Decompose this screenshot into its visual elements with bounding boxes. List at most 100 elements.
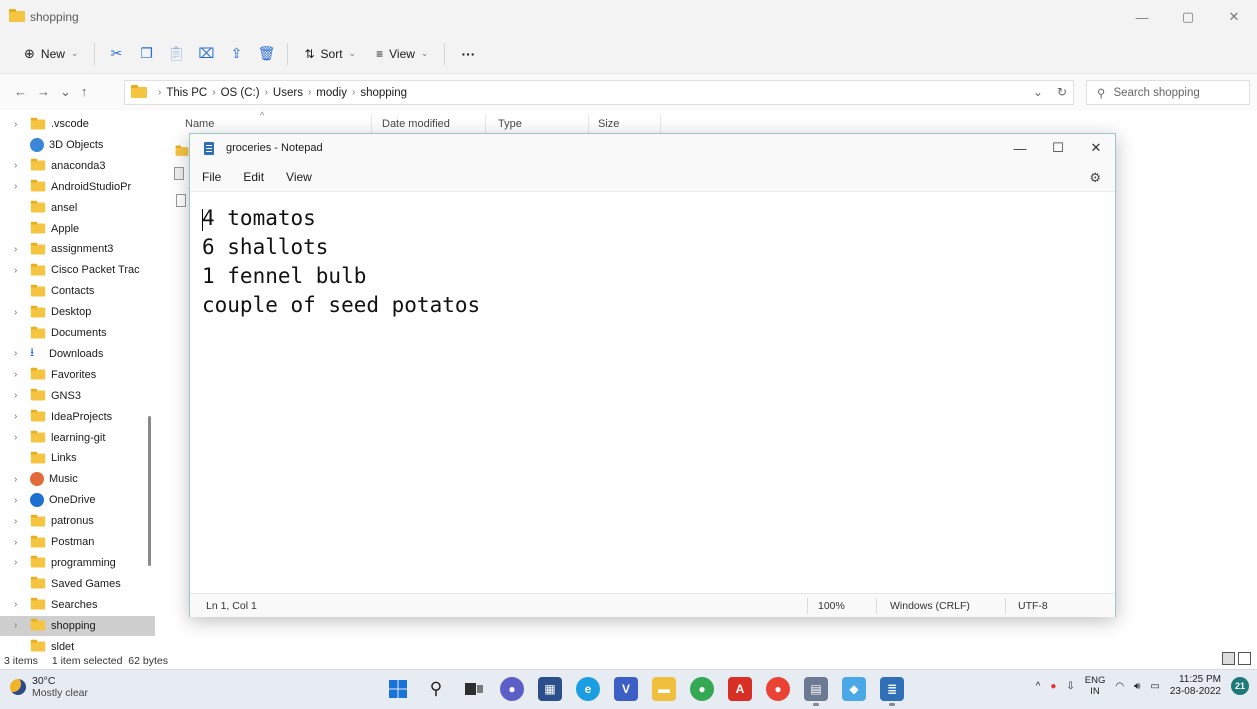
address-history-chevron-icon[interactable]: ⌄ <box>1033 85 1043 99</box>
sidebar-item[interactable]: sldet <box>0 637 155 652</box>
search-box[interactable]: ⚲ Search shopping <box>1086 80 1250 105</box>
sidebar-item[interactable]: › ⭳ Downloads <box>0 344 155 364</box>
sidebar-item[interactable]: 3D Objects <box>0 135 155 155</box>
word-pad-icon[interactable]: ▤ <box>804 677 828 706</box>
chevron-right-icon[interactable]: › <box>14 307 30 318</box>
column-header-type[interactable]: Type <box>498 118 522 130</box>
chevron-up-icon[interactable]: ^ <box>1036 681 1041 692</box>
copy-button[interactable]: ❐ <box>131 40 161 68</box>
breadcrumb-users[interactable]: Users <box>273 87 303 99</box>
share-button[interactable]: ⇪ <box>221 40 251 68</box>
chevron-right-icon[interactable]: › <box>14 432 30 443</box>
tiles-view-button[interactable] <box>1238 652 1251 665</box>
forward-arrow-icon[interactable]: → <box>37 84 50 100</box>
chevron-right-icon[interactable]: › <box>14 181 30 192</box>
refresh-icon[interactable]: ↻ <box>1057 85 1067 99</box>
view-button[interactable]: ≡ View ⌄ <box>366 40 438 68</box>
visual-studio-icon[interactable]: V <box>614 677 638 701</box>
sidebar-item[interactable]: Apple <box>0 219 155 239</box>
menu-edit[interactable]: Edit <box>243 170 264 184</box>
start-button[interactable] <box>386 677 410 701</box>
sidebar-item[interactable]: › Desktop <box>0 302 155 322</box>
delete-button[interactable]: 🗑︎ <box>251 40 281 68</box>
sidebar-item[interactable]: › Searches <box>0 595 155 615</box>
file-icon[interactable] <box>176 194 186 207</box>
chevron-right-icon[interactable]: › <box>14 495 30 506</box>
chevron-right-icon[interactable]: › <box>14 620 30 631</box>
task-view-button[interactable] <box>462 677 486 701</box>
sidebar-item[interactable]: Contacts <box>0 281 155 301</box>
volume-icon[interactable]: 🔊︎ <box>1134 681 1140 692</box>
wifi-icon[interactable]: ◠ <box>1115 681 1124 692</box>
chevron-right-icon[interactable]: › <box>14 516 30 527</box>
chevron-right-icon[interactable]: › <box>14 411 30 422</box>
recent-chevron-icon[interactable]: ⌄ <box>60 84 71 100</box>
menu-file[interactable]: File <box>202 170 221 184</box>
search-input[interactable]: Search shopping <box>1113 87 1199 99</box>
sidebar-item[interactable]: Saved Games <box>0 574 155 594</box>
sidebar-item[interactable]: › learning-git <box>0 428 155 448</box>
clock[interactable]: 11:25 PM 23-08-2022 <box>1170 674 1221 698</box>
folder-icon[interactable] <box>175 145 189 156</box>
settings-gear-icon[interactable]: ⚙ <box>1089 170 1101 186</box>
navigation-scrollbar[interactable] <box>148 416 151 566</box>
store-app-icon[interactable]: ▦ <box>538 677 562 701</box>
file-explorer-taskbar-icon[interactable]: ▬ <box>652 677 676 701</box>
more-options-button[interactable]: ··· <box>451 40 485 68</box>
battery-icon[interactable]: ▭ <box>1150 681 1159 692</box>
notification-badge[interactable]: 21 <box>1231 677 1249 695</box>
column-header-name[interactable]: Name <box>185 118 214 130</box>
sidebar-item[interactable]: › OneDrive <box>0 490 155 510</box>
chevron-right-icon[interactable]: › <box>14 369 30 380</box>
sidebar-item[interactable]: › anaconda3 <box>0 156 155 176</box>
sidebar-item[interactable]: › assignment3 <box>0 239 155 259</box>
sidebar-item[interactable]: › Favorites <box>0 365 155 385</box>
language-indicator[interactable]: ENG IN <box>1085 675 1106 697</box>
chevron-right-icon[interactable]: › <box>14 474 30 485</box>
menu-view[interactable]: View <box>286 170 312 184</box>
cut-button[interactable]: ✂ <box>101 40 131 68</box>
acrobat-icon[interactable]: A <box>728 677 752 701</box>
chevron-right-icon[interactable]: › <box>14 390 30 401</box>
notepad-minimize-button[interactable]: — <box>1001 134 1039 162</box>
paste-button[interactable]: 📋︎ <box>161 40 191 68</box>
chrome-icon[interactable]: ● <box>766 677 790 701</box>
back-arrow-icon[interactable]: ← <box>14 84 27 100</box>
weather-widget[interactable]: 30°C Mostly clear <box>10 675 88 699</box>
sidebar-item[interactable]: › patronus <box>0 511 155 531</box>
sidebar-item[interactable]: ansel <box>0 198 155 218</box>
chevron-right-icon[interactable]: › <box>14 119 30 130</box>
file-icon[interactable] <box>174 167 184 180</box>
sidebar-item[interactable]: › Music <box>0 469 155 489</box>
sidebar-item[interactable]: › IdeaProjects <box>0 407 155 427</box>
chevron-right-icon[interactable]: › <box>14 537 30 548</box>
usb-icon[interactable]: ⇩ <box>1066 681 1074 692</box>
chevron-right-icon[interactable]: › <box>14 244 30 255</box>
sidebar-item[interactable]: › shopping <box>0 615 155 636</box>
sidebar-item[interactable]: › GNS3 <box>0 386 155 406</box>
chrome-profile-icon[interactable]: ● <box>690 677 714 701</box>
breadcrumb-os-c[interactable]: OS (C:) <box>221 87 260 99</box>
chevron-right-icon[interactable]: › <box>14 599 30 610</box>
details-view-button[interactable] <box>1222 652 1235 665</box>
chevron-right-icon[interactable]: › <box>14 348 30 359</box>
sidebar-item[interactable]: Links <box>0 448 155 468</box>
diagram-app-icon[interactable]: ◆ <box>842 677 866 701</box>
minimize-button[interactable]: — <box>1119 0 1165 34</box>
chevron-right-icon[interactable]: › <box>14 265 30 276</box>
sidebar-item[interactable]: › programming <box>0 553 155 573</box>
breadcrumb-shopping[interactable]: shopping <box>360 87 407 99</box>
search-taskbar-button[interactable]: ⚲ <box>424 677 448 701</box>
sidebar-item[interactable]: › .vscode <box>0 114 155 134</box>
notepad-text-area[interactable]: 4 tomatos 6 shallots 1 fennel bulb coupl… <box>202 204 1102 584</box>
chat-app-icon[interactable]: ● <box>500 677 524 701</box>
close-button[interactable]: ✕ <box>1211 0 1257 34</box>
sidebar-item[interactable]: › AndroidStudioPr <box>0 177 155 197</box>
up-arrow-icon[interactable]: ↑ <box>81 84 88 100</box>
address-bar[interactable]: › This PC › OS (C:) › Users › modiy › sh… <box>124 80 1074 105</box>
breadcrumb-modiy[interactable]: modiy <box>316 87 347 99</box>
edge-browser-icon[interactable]: e <box>576 677 600 701</box>
notepad-taskbar-icon[interactable]: ≣ <box>880 677 904 706</box>
chevron-right-icon[interactable]: › <box>14 160 30 171</box>
chevron-right-icon[interactable]: › <box>14 557 30 568</box>
